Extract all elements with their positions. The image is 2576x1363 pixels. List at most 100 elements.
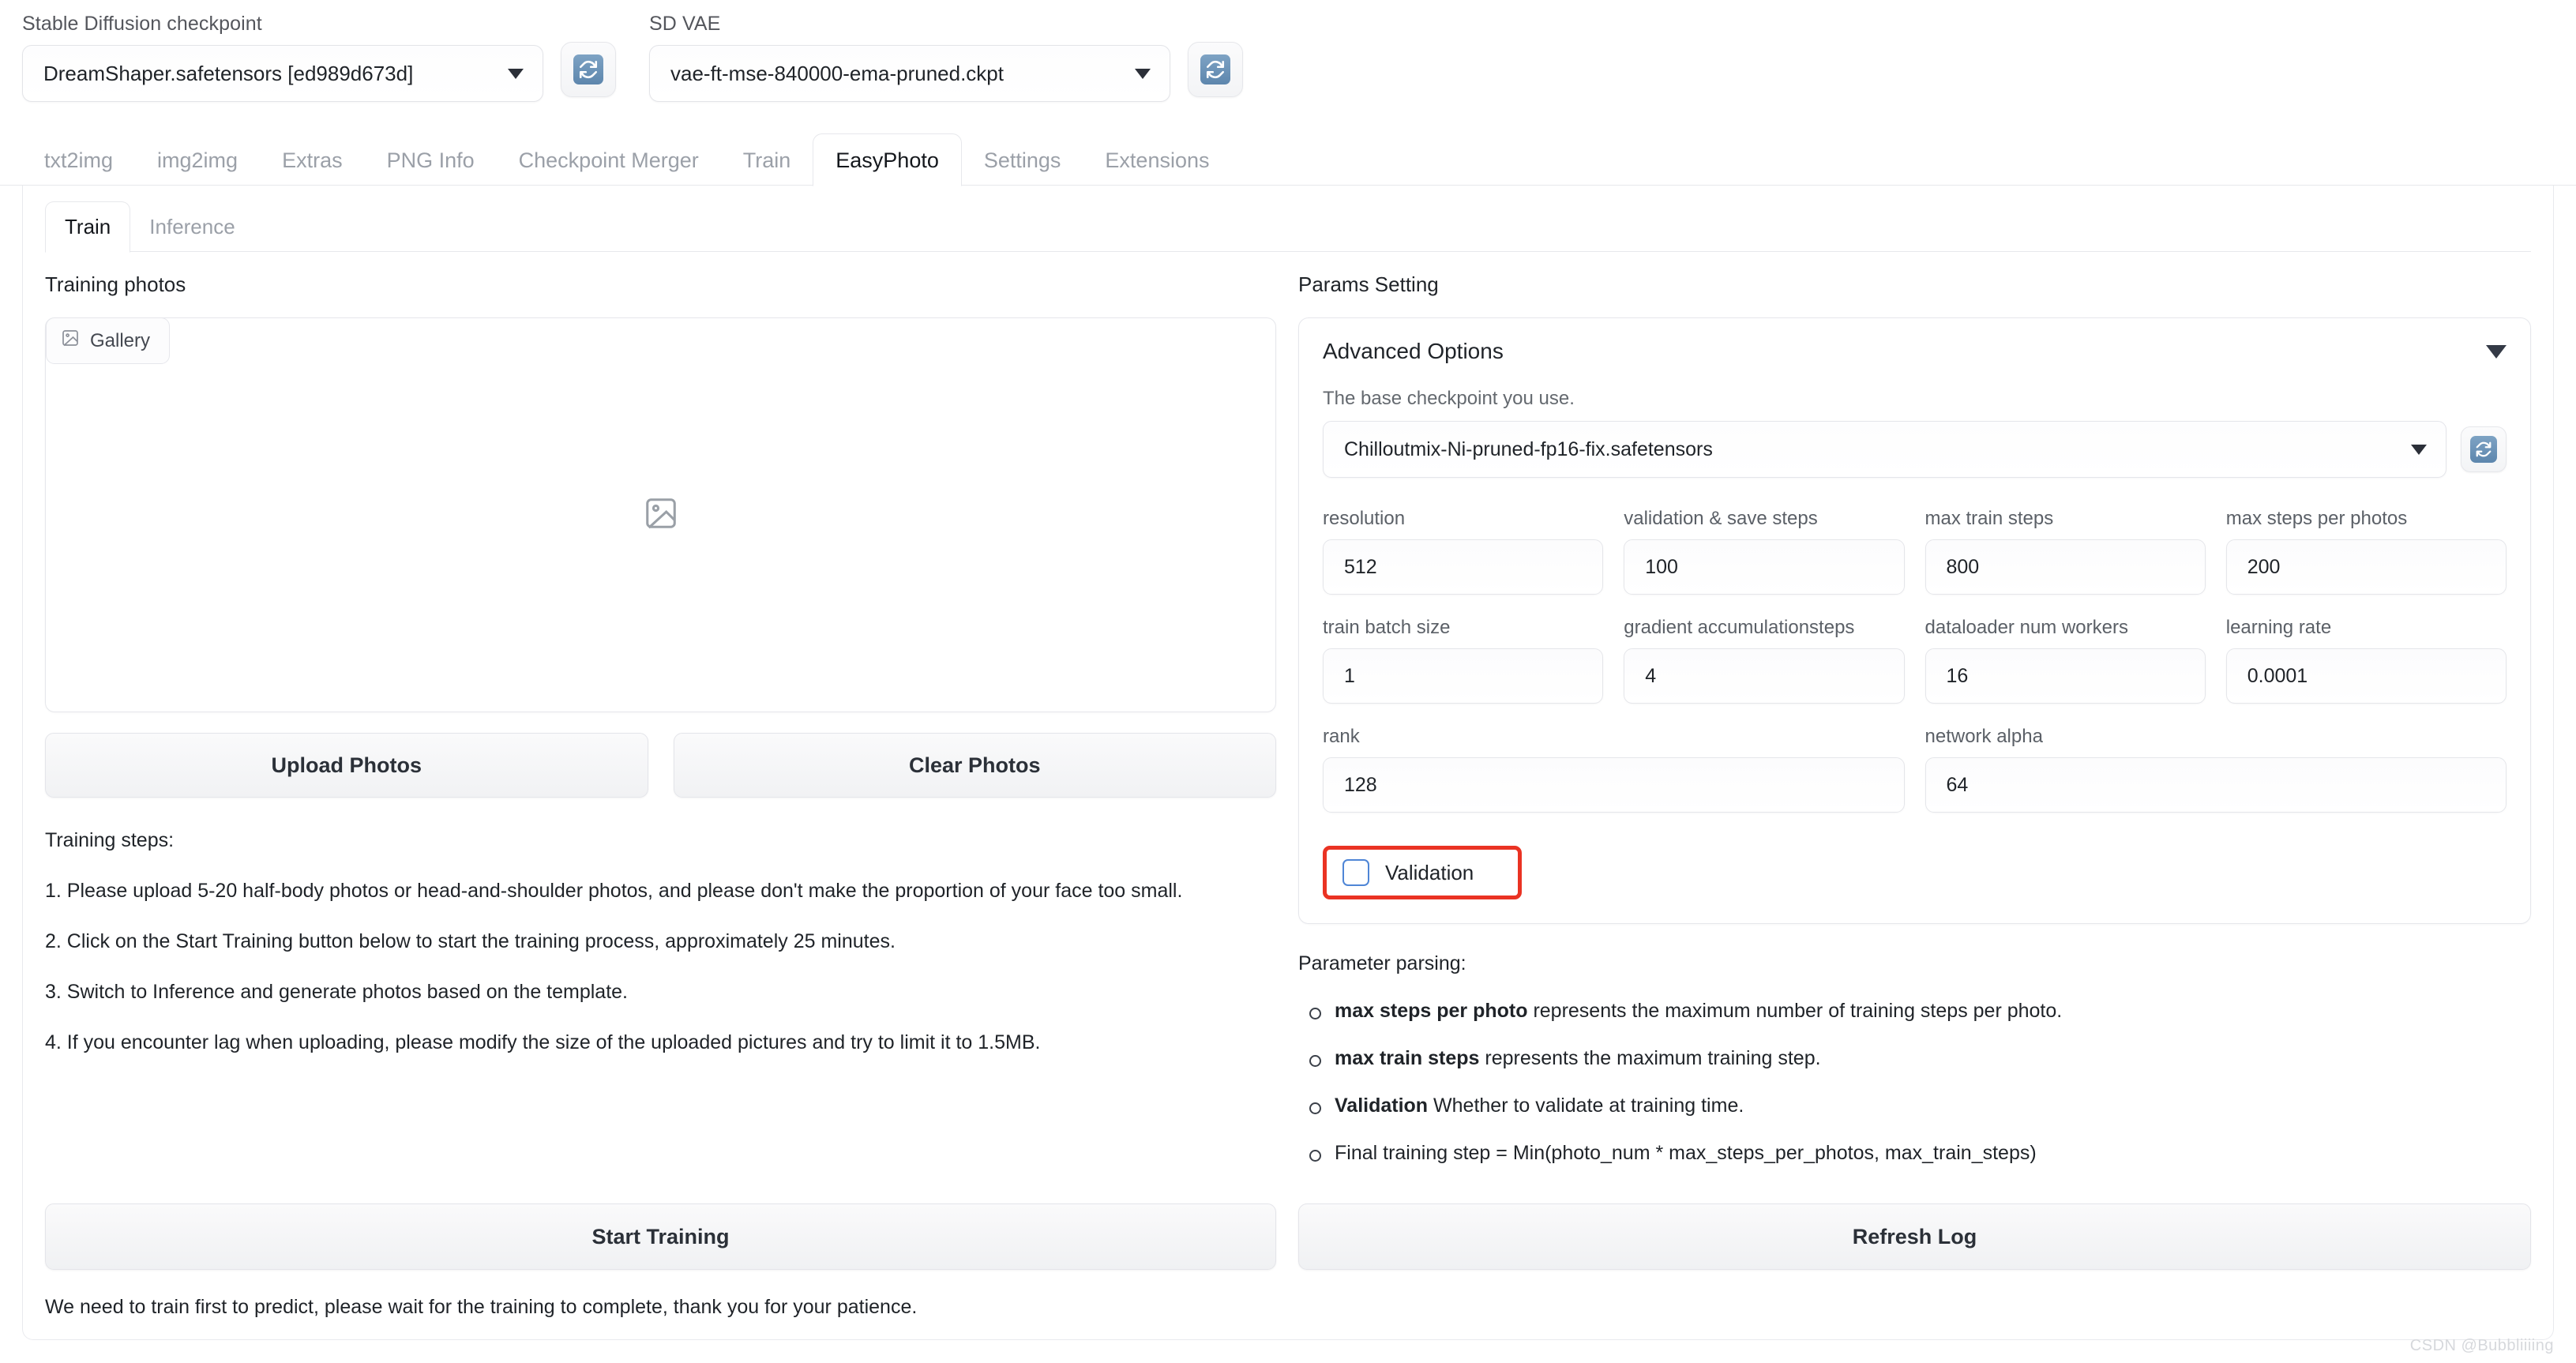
base-checkpoint-value: Chilloutmix-Ni-pruned-fp16-fix.safetenso… [1344,437,1713,460]
refresh-vae-button[interactable] [1188,42,1243,97]
parse-rest: Whether to validate at training time. [1428,1095,1744,1117]
network-alpha-input[interactable]: 64 [1924,757,2507,813]
vae-value: vae-ft-mse-840000-ema-pruned.ckpt [670,61,1004,85]
checkpoint-label: Stable Diffusion checkpoint [22,13,262,35]
refresh-icon [1200,54,1230,84]
training-step-4: 4. If you encounter lag when uploading, … [45,1031,1041,1053]
validation-label: Validation [1385,860,1474,884]
training-step-1: 1. Please upload 5-20 half-body photos o… [45,880,1183,902]
refresh-base-checkpoint-button[interactable] [2461,426,2507,472]
subtab-train[interactable]: Train [45,201,131,253]
tab-txt2img[interactable]: txt2img [22,150,135,186]
start-training-wrap: Start Training [45,1203,1276,1270]
param-dataloader-num-workers: dataloader num workers 16 [1924,617,2206,704]
base-checkpoint-dropdown[interactable]: Chilloutmix-Ni-pruned-fp16-fix.safetenso… [1323,421,2446,478]
param-label: learning rate [2225,617,2332,638]
advanced-options-card: Advanced Options The base checkpoint you… [1298,317,2531,924]
footer-note: We need to train first to predict, pleas… [45,1296,918,1318]
refresh-log-wrap: Refresh Log [1298,1203,2531,1270]
tab-train[interactable]: Train [721,150,813,186]
validation-checkbox-highlight[interactable]: Validation [1323,846,1523,899]
advanced-options-header[interactable]: Advanced Options [1323,339,2507,364]
chevron-down-icon [508,68,524,79]
training-photos-title: Training photos [45,272,186,296]
param-learning-rate: learning rate 0.0001 [2225,617,2507,704]
checkpoint-field: Stable Diffusion checkpoint DreamShaper.… [22,13,543,102]
image-placeholder-icon [643,495,679,535]
tab-checkpoint-merger[interactable]: Checkpoint Merger [497,150,721,186]
parse-bold: Validation [1335,1095,1429,1117]
model-toolbar: Stable Diffusion checkpoint DreamShaper.… [0,0,2576,102]
gallery-empty-state [46,318,1275,712]
param-train-batch-size: train batch size 1 [1323,617,1604,704]
tab-easyphoto[interactable]: EasyPhoto [813,133,962,186]
param-gradient-accumulationsteps: gradient accumulationsteps 4 [1624,617,1905,704]
parse-item-max-steps-per-photo: max steps per photo represents the maxim… [1298,999,2531,1023]
training-steps-title: Training steps: [45,829,175,851]
parse-bold: max train steps [1335,1047,1480,1069]
training-photos-gallery[interactable]: Gallery [45,317,1276,712]
refresh-checkpoint-button[interactable] [561,42,616,97]
easyphoto-subtab-bar: Train Inference [45,201,2531,253]
params-grid: resolution 512 validation & save steps 1… [1323,508,2507,813]
training-photos-column: Training photos Gallery Upload Photos Cl… [45,272,1276,1165]
param-label: dataloader num workers [1924,617,2128,638]
bottom-actions: Start Training Refresh Log [45,1203,2531,1270]
chevron-down-icon [2411,444,2427,455]
param-label: validation & save steps [1624,508,1818,529]
triangle-down-icon[interactable] [2486,344,2507,359]
param-max-steps-per-photos: max steps per photos 200 [2225,508,2507,595]
param-max-train-steps: max train steps 800 [1924,508,2206,595]
param-rank: rank 128 [1323,726,1905,813]
params-setting-column: Params Setting Advanced Options The base… [1298,272,2531,1165]
advanced-options-title: Advanced Options [1323,339,1504,363]
tab-img2img[interactable]: img2img [135,150,260,186]
train-batch-size-input[interactable]: 1 [1323,648,1604,704]
max-train-steps-input[interactable]: 800 [1924,539,2206,595]
easyphoto-panel: Train Inference Training photos Gallery … [22,186,2554,1340]
tab-extras[interactable]: Extras [260,150,365,186]
subtab-inference[interactable]: Inference [130,215,253,252]
parameter-parsing-list: max steps per photo represents the maxim… [1298,999,2531,1165]
resolution-input[interactable]: 512 [1323,539,1604,595]
tab-png-info[interactable]: PNG Info [365,150,497,186]
parse-rest: represents the maximum number of trainin… [1527,1000,2063,1022]
upload-photos-button[interactable]: Upload Photos [45,733,648,798]
param-label: max steps per photos [2225,508,2408,529]
param-label: gradient accumulationsteps [1624,617,1855,638]
param-label: train batch size [1323,617,1451,638]
parameter-parsing-title: Parameter parsing: [1298,952,1466,974]
watermark: CSDN @Bubbliiiing [2409,1337,2554,1354]
parse-rest: represents the maximum training step. [1479,1047,1821,1069]
sd-vae-dropdown[interactable]: vae-ft-mse-840000-ema-pruned.ckpt [649,45,1170,102]
params-setting-title: Params Setting [1298,272,1439,296]
refresh-icon [573,54,603,84]
refresh-icon [2470,436,2497,463]
tab-extensions[interactable]: Extensions [1083,150,1231,186]
training-step-3: 3. Switch to Inference and generate phot… [45,981,629,1003]
validation-save-steps-input[interactable]: 100 [1624,539,1905,595]
photo-actions: Upload Photos Clear Photos [45,733,1276,798]
max-steps-per-photos-input[interactable]: 200 [2225,539,2507,595]
base-checkpoint-hint: The base checkpoint you use. [1323,388,1575,409]
clear-photos-button[interactable]: Clear Photos [673,733,1276,798]
param-label: resolution [1323,508,1406,529]
param-validation-save-steps: validation & save steps 100 [1624,508,1905,595]
validation-checkbox[interactable] [1342,859,1369,886]
param-label: network alpha [1924,726,2043,747]
refresh-log-button[interactable]: Refresh Log [1298,1203,2531,1270]
tab-settings[interactable]: Settings [962,150,1083,186]
app-root: Stable Diffusion checkpoint DreamShaper.… [0,0,2576,1363]
rank-input[interactable]: 128 [1323,757,1905,813]
panel-columns: Training photos Gallery Upload Photos Cl… [45,272,2531,1165]
dataloader-num-workers-input[interactable]: 16 [1924,648,2206,704]
gradient-accumulationsteps-input[interactable]: 4 [1624,648,1905,704]
param-network-alpha: network alpha 64 [1924,726,2507,813]
checkpoint-value: DreamShaper.safetensors [ed989d673d] [43,61,414,85]
parse-bold: max steps per photo [1335,1000,1528,1022]
param-resolution: resolution 512 [1323,508,1604,595]
learning-rate-input[interactable]: 0.0001 [2225,648,2507,704]
parse-item-final-training-step: Final training step = Min(photo_num * ma… [1298,1141,2531,1165]
start-training-button[interactable]: Start Training [45,1203,1276,1270]
stable-diffusion-checkpoint-dropdown[interactable]: DreamShaper.safetensors [ed989d673d] [22,45,543,102]
